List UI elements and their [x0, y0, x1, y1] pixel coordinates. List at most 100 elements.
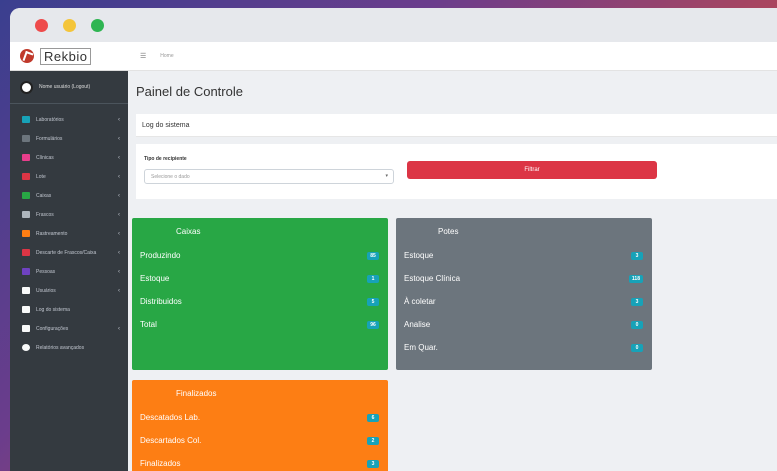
count-badge: 85: [367, 251, 379, 260]
chevron-left-icon: ‹: [118, 154, 120, 161]
sidebar-item-label: Formulários: [36, 135, 63, 142]
chevron-left-icon: ‹: [118, 268, 120, 275]
count-badge: 2: [367, 436, 379, 445]
list-icon: [22, 135, 30, 142]
cogs-icon: [22, 325, 30, 332]
caixas-title: Caixas: [176, 226, 201, 236]
home-link[interactable]: Home: [160, 53, 173, 59]
flask-icon: [22, 116, 30, 123]
count-badge: 0: [631, 343, 643, 352]
chevron-left-icon: ‹: [118, 325, 120, 332]
top-navbar: ☰ Home: [128, 42, 777, 71]
row-label: Descartados Col.: [140, 436, 202, 445]
sidebar-item-label: Laboratórios: [36, 116, 64, 123]
chevron-left-icon: ‹: [118, 192, 120, 199]
list-item[interactable]: Em Quar. 0: [396, 336, 652, 359]
list-item[interactable]: Estoque Clínica 118: [396, 267, 652, 290]
finalizados-card: Finalizados Descatados Lab. 6 Descartado…: [132, 380, 388, 471]
sidebar-item-clinicas[interactable]: Clínicas ‹: [10, 148, 128, 167]
user-name[interactable]: Nome usuário (Logout): [39, 84, 90, 90]
row-label: Estoque: [140, 274, 170, 283]
list-item[interactable]: Estoque 3: [396, 244, 652, 267]
count-badge: 3: [631, 297, 643, 306]
chevron-left-icon: ‹: [118, 249, 120, 256]
row-label: Estoque: [404, 251, 434, 260]
brand-name: Rekbio: [40, 47, 92, 65]
list-item[interactable]: Produzindo 85: [132, 244, 388, 267]
count-badge: 3: [367, 459, 379, 468]
close-window-button[interactable]: [35, 19, 48, 32]
sidebar-menu: Laboratórios ‹ Formulários ‹ Clínicas ‹ …: [10, 110, 128, 357]
box-icon: [22, 192, 30, 199]
sidebar-item-descarte[interactable]: Descarte de Frascos/Caixa ‹: [10, 243, 128, 262]
sidebar-item-caixas[interactable]: Caixas ‹: [10, 186, 128, 205]
sidebar-item-label: Relatórios avançados: [36, 344, 85, 351]
list-item[interactable]: Finalizados 3: [132, 452, 388, 471]
sidebar-item-usuarios[interactable]: Usuários ‹: [10, 281, 128, 300]
row-label: Descatados Lab.: [140, 413, 201, 422]
hamburger-icon[interactable]: ☰: [140, 52, 146, 60]
app-window: Rekbio Nome usuário (Logout) Laboratório…: [10, 8, 777, 471]
filter-button[interactable]: Filtrar: [407, 161, 657, 179]
sidebar-item-pessoas[interactable]: Pessoas ‹: [10, 262, 128, 281]
sidebar-item-log[interactable]: Log do sistema: [10, 300, 128, 319]
main-content: ☰ Home Painel de Controle Log do sistema…: [128, 42, 777, 471]
truck-icon: [22, 173, 30, 180]
list-item[interactable]: À coletar 3: [396, 290, 652, 313]
brand-icon: [20, 49, 34, 63]
chevron-left-icon: ‹: [118, 116, 120, 123]
minimize-window-button[interactable]: [63, 19, 76, 32]
sidebar-item-configuracoes[interactable]: Configurações ‹: [10, 319, 128, 338]
sidebar-item-label: Clínicas: [36, 154, 54, 161]
clinic-icon: [22, 154, 30, 161]
potes-title: Potes: [438, 226, 459, 236]
log-card[interactable]: Log do sistema: [136, 114, 777, 137]
trash-icon: [22, 249, 30, 256]
count-badge: 118: [628, 274, 643, 283]
caixas-card: Caixas Produzindo 85 Estoque 1 Distribui…: [132, 218, 388, 370]
count-badge: 5: [367, 297, 379, 306]
page-title: Painel de Controle: [136, 84, 243, 99]
sidebar-item-label: Pessoas: [36, 268, 56, 275]
list-item[interactable]: Descartados Col. 2: [132, 429, 388, 452]
list-item[interactable]: Analise 0: [396, 313, 652, 336]
count-badge: 96: [367, 320, 379, 329]
user-icon: [22, 287, 30, 294]
sidebar-item-laboratorios[interactable]: Laboratórios ‹: [10, 110, 128, 129]
chart-icon: [22, 344, 30, 351]
sidebar-item-label: Caixas: [36, 192, 52, 199]
window-titlebar: [10, 8, 777, 42]
list-item[interactable]: Estoque 1: [132, 267, 388, 290]
sidebar-item-frascos[interactable]: Frascos ‹: [10, 205, 128, 224]
sidebar-item-label: Descarte de Frascos/Caixa: [36, 249, 97, 256]
recipient-type-select[interactable]: Selecione o dado ▾: [144, 169, 394, 184]
cogs-icon: [22, 306, 30, 313]
row-label: Em Quar.: [404, 343, 438, 352]
count-badge: 0: [631, 320, 643, 329]
bottle-icon: [22, 211, 30, 218]
sidebar-item-label: Configurações: [36, 325, 69, 332]
sidebar-item-label: Rastreamento: [36, 230, 68, 237]
count-badge: 1: [367, 274, 379, 283]
sidebar-item-formularios[interactable]: Formulários ‹: [10, 129, 128, 148]
count-badge: 6: [367, 413, 379, 422]
user-panel[interactable]: Nome usuário (Logout): [10, 71, 128, 104]
select-placeholder: Selecione o dado: [151, 173, 190, 180]
maximize-window-button[interactable]: [91, 19, 104, 32]
list-item[interactable]: Descatados Lab. 6: [132, 406, 388, 429]
brand-logo[interactable]: Rekbio: [10, 42, 128, 71]
list-item[interactable]: Distribuidos 5: [132, 290, 388, 313]
row-label: Analise: [404, 320, 431, 329]
sidebar-item-relatorios[interactable]: Relatórios avançados: [10, 338, 128, 357]
count-badge: 3: [631, 251, 643, 260]
sidebar-item-rastreamento[interactable]: Rastreamento ‹: [10, 224, 128, 243]
chevron-left-icon: ‹: [118, 173, 120, 180]
filter-label: Tipo de recipiente: [144, 156, 187, 162]
avatar: [20, 80, 33, 94]
sidebar-item-label: Frascos: [36, 211, 54, 218]
sidebar-item-lote[interactable]: Lote ‹: [10, 167, 128, 186]
sidebar-item-label: Lote: [36, 173, 46, 180]
row-label: Finalizados: [140, 459, 181, 468]
list-item[interactable]: Total 96: [132, 313, 388, 336]
log-card-title: Log do sistema: [142, 121, 190, 129]
